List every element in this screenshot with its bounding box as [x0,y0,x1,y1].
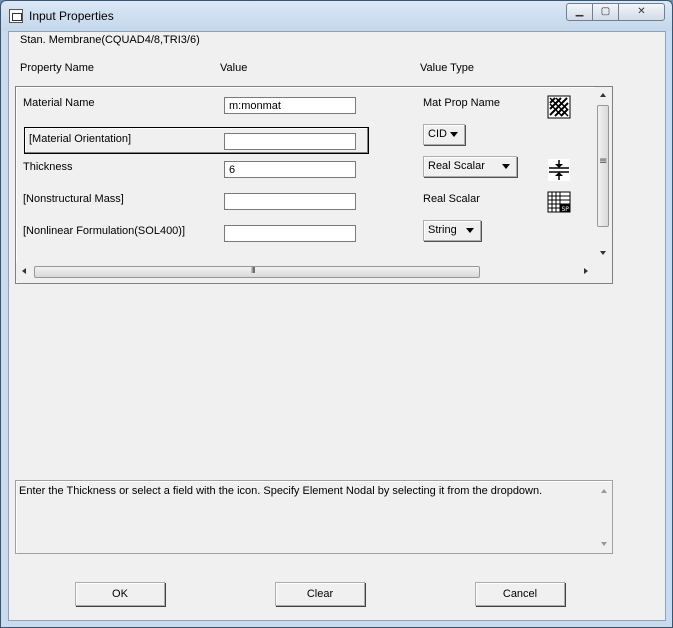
clear-button[interactable]: Clear [275,582,365,606]
help-text-area[interactable]: Enter the Thickness or select a field wi… [15,480,613,554]
header-value-type: Value Type [420,62,475,74]
scroll-left-icon[interactable] [22,268,26,274]
nonlinear-formulation-input[interactable] [224,225,356,242]
help-text: Enter the Thickness or select a field wi… [19,485,543,497]
cancel-button[interactable]: Cancel [475,582,565,606]
scroll-up-icon[interactable] [600,93,606,97]
maximize-button[interactable]: ▢ [592,3,619,21]
close-button[interactable]: ✕ [618,3,665,21]
chevron-down-icon [466,228,474,233]
horizontal-scroll-thumb[interactable]: III [34,266,480,278]
header-value: Value [220,62,248,74]
input-properties-window: Input Properties ▁ ▢ ✕ Stan. Membrane(CQ… [0,0,673,628]
material-orientation-type-dropdown[interactable]: CID [423,124,465,145]
dialog-client-area: Stan. Membrane(CQUAD4/8,TRI3/6) Property… [8,31,666,621]
close-icon: ✕ [637,6,646,17]
help-scroll-up-icon[interactable] [601,489,607,493]
svg-text:SP: SP [562,206,570,213]
header-property-name: Property Name [20,62,94,74]
material-select-icon[interactable] [547,95,571,119]
app-icon [9,9,23,23]
material-name-type: Mat Prop Name [423,97,501,109]
vertical-scrollbar[interactable]: ≡ [595,87,612,263]
dropdown-value: Real Scalar [428,160,485,172]
window-title: Input Properties [29,9,114,23]
help-scroll-down-icon[interactable] [601,542,607,546]
property-label-material-orientation: [Material Orientation] [29,133,132,145]
horizontal-scrollbar[interactable]: III [16,263,596,281]
maximize-icon: ▢ [600,6,611,17]
nonstructural-mass-type: Real Scalar [423,193,480,205]
chevron-down-icon [450,132,458,137]
properties-grid: Material Name Mat Prop Name [Material Or… [15,86,613,284]
scroll-right-icon[interactable] [584,268,588,274]
property-label-material-name: Material Name [23,97,95,109]
property-label-thickness: Thickness [23,161,73,173]
nonstructural-mass-input[interactable] [224,193,356,210]
material-orientation-input[interactable] [224,133,356,150]
material-orientation-frame: [Material Orientation] [24,127,369,154]
thickness-field-icon[interactable] [547,158,571,182]
thickness-type-dropdown[interactable]: Real Scalar [423,156,517,177]
vertical-scroll-thumb[interactable]: ≡ [597,105,609,227]
dropdown-value: CID [428,128,447,140]
horizontal-thumb-grip: III [251,266,256,275]
property-label-nonstructural-mass: [Nonstructural Mass] [23,193,124,205]
title-bar[interactable]: Input Properties ▁ ▢ ✕ [1,1,672,31]
ok-button[interactable]: OK [75,582,165,606]
spreadsheet-field-icon[interactable]: SP [547,190,571,214]
element-type-label: Stan. Membrane(CQUAD4/8,TRI3/6) [20,34,200,46]
thickness-input[interactable] [224,161,356,178]
vertical-thumb-grip: ≡ [599,156,608,167]
nonlinear-formulation-type-dropdown[interactable]: String [423,220,481,241]
material-name-input[interactable] [224,97,356,114]
dropdown-value: String [428,224,457,236]
minimize-button[interactable]: ▁ [566,3,593,21]
scroll-down-icon[interactable] [600,251,606,255]
property-label-nonlinear-formulation: [Nonlinear Formulation(SOL400)] [23,225,186,237]
minimize-icon: ▁ [575,6,584,17]
chevron-down-icon [502,164,510,169]
